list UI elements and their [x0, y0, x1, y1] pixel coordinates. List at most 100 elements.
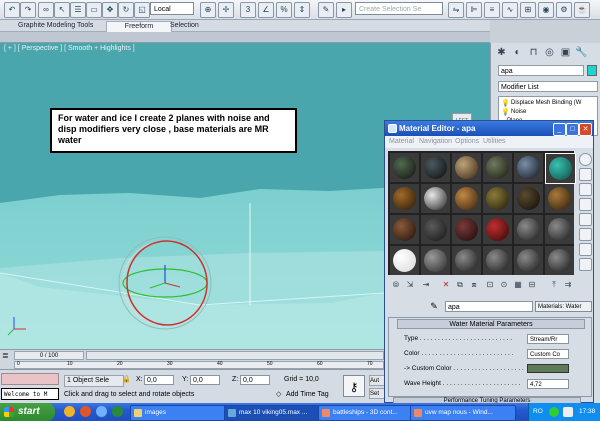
get-material-icon[interactable]: ⦾	[390, 279, 402, 291]
render-setup-icon[interactable]: ⚙	[556, 2, 572, 18]
utilities-tab-icon[interactable]: 🔧	[575, 46, 588, 59]
lightbulb-icon[interactable]: 💡	[501, 100, 510, 108]
copy-material-icon[interactable]: ⧉	[454, 279, 466, 291]
sample-slot[interactable]	[390, 184, 419, 213]
rollout-header[interactable]: Water Material Parameters	[397, 319, 585, 329]
sample-slot[interactable]	[452, 184, 481, 213]
maxscript-mini-listener[interactable]	[1, 373, 59, 385]
scale-icon[interactable]: ◱	[134, 2, 150, 18]
set-key-icon[interactable]: ⚷	[343, 375, 365, 397]
undo-icon[interactable]: ↶	[4, 2, 20, 18]
stack-item-noise[interactable]: Noise	[511, 108, 526, 117]
object-name-input[interactable]: apa	[498, 65, 584, 76]
menu-navigation[interactable]: Navigation	[419, 137, 452, 147]
y-coordinate-input[interactable]: 0,0	[190, 375, 220, 385]
maximize-icon[interactable]: □	[566, 123, 579, 136]
browser-icon[interactable]	[96, 406, 107, 417]
sample-slot[interactable]	[452, 153, 481, 182]
modifier-list-dropdown[interactable]: Modifier List	[498, 81, 598, 92]
put-to-library-icon[interactable]: ⊡	[484, 279, 496, 291]
lock-selection-icon[interactable]: 🔒	[122, 375, 132, 385]
z-coordinate-input[interactable]: 0,0	[240, 375, 270, 385]
type-select[interactable]: Stream/Rr	[527, 334, 569, 344]
reference-coordinate-select[interactable]: Local	[150, 2, 194, 15]
material-editor-icon[interactable]: ◉	[538, 2, 554, 18]
set-key-button[interactable]: Set	[369, 388, 385, 399]
video-color-check-icon[interactable]	[579, 213, 592, 226]
percent-snap-icon[interactable]: %	[276, 2, 292, 18]
make-preview-icon[interactable]	[579, 228, 592, 241]
minimize-icon[interactable]: _	[553, 123, 566, 136]
render-icon[interactable]: ☕	[574, 2, 590, 18]
time-slider-track[interactable]	[86, 351, 384, 360]
language-indicator[interactable]: RO	[533, 408, 543, 415]
sample-slot[interactable]	[390, 246, 419, 275]
start-button[interactable]: start	[0, 403, 55, 421]
track-bar[interactable]: 0 10 20 30 40 50 60 70	[14, 361, 384, 369]
display-tab-icon[interactable]: ▣	[559, 46, 572, 59]
clock[interactable]: 17:38	[579, 403, 595, 421]
select-by-name-icon[interactable]: ☰	[70, 2, 86, 18]
layers-icon[interactable]: ≡	[484, 2, 500, 18]
tab-freeform[interactable]: Freeform	[106, 21, 172, 32]
motion-tab-icon[interactable]: ◎	[543, 46, 556, 59]
sample-slot[interactable]	[514, 184, 543, 213]
sample-slot[interactable]	[483, 246, 512, 275]
x-coordinate-input[interactable]: 0,0	[144, 375, 174, 385]
link-icon[interactable]: ∞	[38, 2, 54, 18]
sample-slot[interactable]	[390, 215, 419, 244]
sample-slot-active[interactable]	[545, 153, 576, 184]
menu-utilities[interactable]: Utilities	[483, 137, 506, 147]
listener-output[interactable]: Welcome to M	[1, 388, 59, 400]
move-icon[interactable]: ✥	[102, 2, 118, 18]
sample-slot[interactable]	[483, 215, 512, 244]
time-tag-icon[interactable]: ◇	[276, 390, 286, 400]
spinner-snap-icon[interactable]: ⇕	[294, 2, 310, 18]
sample-type-icon[interactable]	[579, 153, 592, 166]
schematic-icon[interactable]: ⊞	[520, 2, 536, 18]
show-shaded-icon[interactable]: ▦	[512, 279, 524, 291]
go-forward-sibling-icon[interactable]: ⇉	[562, 279, 574, 291]
sample-slot[interactable]	[545, 184, 574, 213]
curve-editor-icon[interactable]: ∿	[502, 2, 518, 18]
object-color-swatch[interactable]	[587, 65, 597, 76]
sample-slot[interactable]	[421, 246, 450, 275]
tray-status-icon[interactable]	[549, 407, 559, 417]
sample-slot[interactable]	[421, 184, 450, 213]
tray-network-icon[interactable]	[563, 407, 573, 417]
edit-named-sets-icon[interactable]: ✎	[318, 2, 334, 18]
viewport-label[interactable]: [ + ] [ Perspective ] [ Smooth + Highlig…	[4, 45, 135, 52]
sample-slot[interactable]	[514, 153, 543, 182]
put-to-scene-icon[interactable]: ⇲	[404, 279, 416, 291]
uv-tiling-icon[interactable]	[579, 198, 592, 211]
sample-slot[interactable]	[421, 215, 450, 244]
custom-color-swatch[interactable]	[527, 364, 569, 373]
rotate-icon[interactable]: ↻	[118, 2, 134, 18]
eyedropper-icon[interactable]: ✎	[427, 301, 441, 312]
auto-key-button[interactable]: Aut	[369, 375, 385, 386]
pivot-icon[interactable]: ⊕	[200, 2, 216, 18]
select-icon[interactable]: ↖	[54, 2, 70, 18]
mini-listener-icon[interactable]: ≣	[2, 351, 12, 360]
reset-map-icon[interactable]: ✕	[440, 279, 452, 291]
frame-counter[interactable]: 0 / 100	[14, 351, 84, 360]
sample-slot[interactable]	[421, 153, 450, 182]
sample-slot[interactable]	[452, 246, 481, 275]
make-unique-icon[interactable]: ⧈	[468, 279, 480, 291]
tab-selection[interactable]: Selection	[164, 21, 205, 31]
menu-options[interactable]: Options	[455, 137, 479, 147]
color-select[interactable]: Custom Co	[527, 349, 569, 359]
mirror-icon[interactable]: ⇋	[448, 2, 464, 18]
wave-height-spinner[interactable]: 4,72	[527, 379, 569, 389]
show-end-result-icon[interactable]: ⊟	[526, 279, 538, 291]
close-icon[interactable]: ✕	[579, 123, 592, 136]
sample-slot[interactable]	[483, 153, 512, 182]
assign-to-selection-icon[interactable]: ⇥	[420, 279, 432, 291]
sample-slot[interactable]	[390, 153, 419, 182]
task-images[interactable]: images	[130, 405, 236, 421]
redo-icon[interactable]: ↷	[20, 2, 36, 18]
align-icon[interactable]: ⊫	[466, 2, 482, 18]
sample-slot[interactable]	[514, 246, 543, 275]
snap-3-icon[interactable]: 3	[240, 2, 256, 18]
rect-select-icon[interactable]: ▭	[86, 2, 102, 18]
